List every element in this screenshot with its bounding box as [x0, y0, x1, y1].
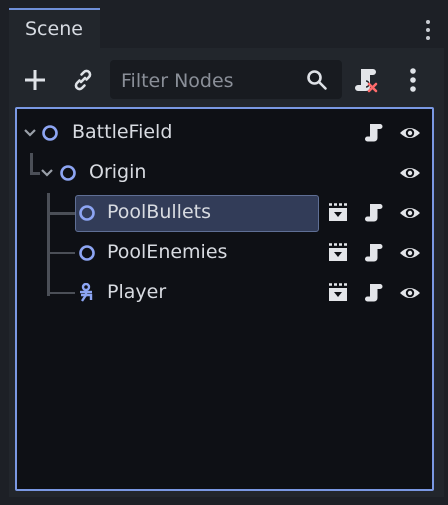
visibility-icon[interactable] [399, 162, 421, 184]
script-icon[interactable] [363, 242, 385, 264]
instance-scene-icon[interactable] [327, 202, 349, 224]
link-icon [74, 69, 92, 91]
tree-item-label: PoolBullets [107, 201, 211, 223]
instance-scene-icon[interactable] [327, 282, 349, 304]
tree-item-label: Player [107, 281, 167, 303]
instance-child-scene-button[interactable] [67, 64, 99, 96]
tree-item-label: Origin [89, 161, 147, 183]
search-icon [307, 70, 327, 90]
tree-item-battlefield[interactable]: BattleField [17, 113, 432, 153]
tree-item-poolbullets[interactable]: PoolBullets [17, 193, 432, 233]
node-circle-icon [79, 245, 95, 261]
add-node-button[interactable] [19, 64, 51, 96]
instance-scene-icon[interactable] [327, 242, 349, 264]
kebab-icon [410, 68, 416, 92]
tree-item-label: PoolEnemies [107, 241, 228, 263]
plus-icon [25, 70, 45, 90]
script-icon[interactable] [363, 202, 385, 224]
script-icon[interactable] [363, 282, 385, 304]
tree-item-origin[interactable]: Origin [17, 153, 432, 193]
visibility-icon[interactable] [399, 282, 421, 304]
tab-menu-icon[interactable] [418, 14, 438, 46]
tree-item-player[interactable]: Player [17, 273, 432, 313]
filter-nodes-field[interactable] [110, 60, 342, 101]
script-remove-icon [355, 69, 378, 93]
visibility-icon[interactable] [399, 202, 421, 224]
scene-menu-button[interactable] [397, 64, 429, 96]
script-remove-button[interactable] [350, 64, 382, 96]
character-body-icon [80, 283, 93, 302]
visibility-icon[interactable] [399, 122, 421, 144]
tab-scene-label: Scene [25, 18, 83, 40]
script-icon[interactable] [363, 122, 385, 144]
chevron-down-icon[interactable] [40, 166, 54, 180]
tab-scene[interactable]: Scene [9, 8, 100, 48]
node-circle-icon [60, 165, 76, 181]
scene-tree[interactable]: BattleField Origin PoolBullets PoolEnemi… [15, 107, 434, 491]
tree-item-poolenemies[interactable]: PoolEnemies [17, 233, 432, 273]
scene-dock: Scene Filter Nodes BattleField Origin Po… [0, 0, 448, 505]
node-circle-icon [42, 125, 58, 141]
tree-item-label: BattleField [72, 121, 173, 143]
visibility-icon[interactable] [399, 242, 421, 264]
node-circle-icon [79, 205, 95, 221]
chevron-down-icon[interactable] [23, 126, 37, 140]
filter-nodes-input[interactable] [119, 60, 303, 101]
